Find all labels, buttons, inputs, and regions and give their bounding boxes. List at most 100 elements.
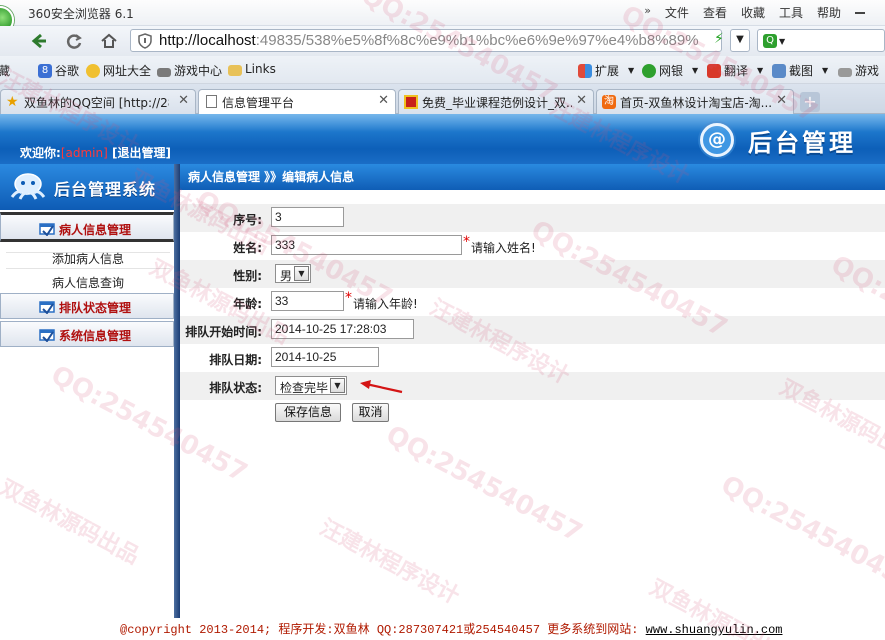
gender-select[interactable]: 男 ▼ xyxy=(275,264,311,283)
age-input[interactable]: 33 xyxy=(271,291,344,311)
bookmark-links[interactable]: Links xyxy=(228,62,276,76)
name-hint: 请输入姓名! xyxy=(471,241,536,255)
menu-item-file[interactable]: 文件 xyxy=(665,4,689,21)
sidebar-group-label: 系统信息管理 xyxy=(59,329,132,343)
tab-taobao-store[interactable]: 淘 首页-双鱼林设计淘宝店-淘... ✕ xyxy=(596,89,794,114)
sidebar-group-label: 排队状态管理 xyxy=(59,301,132,315)
browser-title: 360安全浏览器 6.1 xyxy=(28,7,134,21)
google-icon: 8 xyxy=(38,63,52,78)
bookmark-label: 藏 xyxy=(0,64,11,78)
close-icon[interactable]: ✕ xyxy=(776,93,787,108)
bookmark-site-directory[interactable]: 网址大全 xyxy=(86,62,151,79)
required-mark: * xyxy=(463,234,470,250)
new-tab-button[interactable]: + xyxy=(800,92,820,112)
sidebar-item-query-patient[interactable]: 病人信息查询 xyxy=(52,274,124,291)
games-menu[interactable]: 游戏 xyxy=(838,62,879,79)
copyright-text: @copyright 2013-2014; 程序开发:双鱼林 QQ:287307… xyxy=(120,620,783,637)
form-row-gender: 性别: 男 ▼ xyxy=(180,260,885,288)
search-engine-dropdown-icon[interactable]: ▼ xyxy=(779,37,785,46)
sidebar-divider xyxy=(6,268,170,269)
cancel-button[interactable]: 取消 xyxy=(352,403,389,422)
search-engine-icon[interactable]: Q xyxy=(763,34,777,48)
start-time-label: 排队开始时间: xyxy=(185,325,262,339)
form-row-id: 序号: 3 xyxy=(180,204,885,232)
scissors-icon xyxy=(772,63,786,78)
bookmark-google[interactable]: 8 谷歌 xyxy=(38,62,79,79)
address-dropdown-icon[interactable]: ▼ xyxy=(730,29,750,52)
sidebar-group-system-info[interactable]: 系统信息管理 xyxy=(0,321,174,347)
tab-free-course-design[interactable]: 免费_毕业课程范例设计_双... ✕ xyxy=(398,89,594,114)
home-icon xyxy=(101,33,117,48)
sidebar-group-queue-status[interactable]: 排队状态管理 xyxy=(0,293,174,319)
name-label: 姓名: xyxy=(233,241,262,255)
chevron-down-icon: ▼ xyxy=(628,66,635,75)
close-icon[interactable]: ✕ xyxy=(576,93,587,108)
sidebar-group-patient-info[interactable]: 病人信息管理 xyxy=(0,212,174,242)
sidebar-group-label: 病人信息管理 xyxy=(59,223,132,237)
brand-title: 后台管理 xyxy=(748,128,856,157)
extensions-menu[interactable]: 扩展 ▼ xyxy=(578,62,634,79)
logout-link[interactable]: [退出管理] xyxy=(112,146,171,160)
start-time-input[interactable]: 2014-10-25 17:28:03 xyxy=(271,319,414,339)
speed-mode-icon[interactable]: ⚡ xyxy=(714,31,724,47)
folder-icon xyxy=(228,64,242,76)
id-input[interactable]: 3 xyxy=(271,207,344,227)
close-icon[interactable]: ✕ xyxy=(178,93,189,108)
queue-status-select[interactable]: 检查完毕 ▼ xyxy=(275,376,347,395)
back-button[interactable] xyxy=(26,29,52,53)
refresh-button[interactable] xyxy=(61,29,87,53)
menu-window-icon xyxy=(39,329,55,342)
url-host: http://localhost xyxy=(159,32,256,49)
menu-overflow-icon[interactable]: » xyxy=(644,4,651,21)
app-header: 欢迎你:[admin] [退出管理] @ 后台管理 xyxy=(0,114,885,164)
age-label: 年龄: xyxy=(233,297,262,311)
tab-label: 信息管理平台 xyxy=(222,96,295,110)
breadcrumb: 病人信息管理 》》编辑病人信息 xyxy=(180,164,885,190)
chevron-down-icon: ▼ xyxy=(330,378,345,393)
url-text[interactable]: http://localhost:49835/538%e5%8f%8c%e9%b… xyxy=(159,32,699,49)
tab-info-platform[interactable]: 信息管理平台 ✕ xyxy=(198,89,396,115)
website-link[interactable]: www.shuangyulin.com xyxy=(646,623,783,637)
chevron-down-icon: ▼ xyxy=(294,266,309,281)
browser-navbar: http://localhost:49835/538%e5%8f%8c%e9%b… xyxy=(0,26,885,56)
site-favicon-icon xyxy=(404,95,418,109)
age-hint: 请输入年龄! xyxy=(353,297,418,311)
queue-date-label: 排队日期: xyxy=(209,353,262,367)
search-box[interactable]: Q ▼ xyxy=(757,29,885,52)
menu-item-help[interactable]: 帮助 xyxy=(817,4,841,21)
minimize-icon[interactable] xyxy=(855,12,865,14)
home-button[interactable] xyxy=(96,29,122,53)
chevron-down-icon: ▼ xyxy=(822,66,829,75)
bookmark-label: 游戏中心 xyxy=(174,64,223,78)
star-icon: ★ xyxy=(6,94,19,110)
required-mark: * xyxy=(345,290,352,306)
chevron-down-icon: ▼ xyxy=(757,66,764,75)
queue-date-input[interactable]: 2014-10-25 xyxy=(271,347,379,367)
menu-item-view[interactable]: 查看 xyxy=(703,4,727,21)
menu-item-favorites[interactable]: 收藏 xyxy=(741,4,765,21)
welcome-label: 欢迎你: xyxy=(20,146,61,160)
sidebar-item-add-patient[interactable]: 添加病人信息 xyxy=(52,250,124,267)
close-icon[interactable]: ✕ xyxy=(378,93,389,108)
menu-item-tools[interactable]: 工具 xyxy=(779,4,803,21)
bookmark-favorites[interactable]: 藏 xyxy=(0,62,10,79)
translate-menu[interactable]: 翻译 ▼ xyxy=(707,62,763,79)
annotation-arrow-icon xyxy=(360,380,403,394)
back-arrow-icon xyxy=(31,33,46,49)
tab-qq-space[interactable]: ★ 双鱼林的QQ空间 [http://28... ✕ xyxy=(0,89,196,114)
save-button[interactable]: 保存信息 xyxy=(275,403,341,422)
bookmark-game-center[interactable]: 游戏中心 xyxy=(157,62,222,79)
screenshot-menu[interactable]: 截图 ▼ xyxy=(772,62,828,79)
security-shield-icon[interactable] xyxy=(137,33,153,49)
address-bar[interactable]: http://localhost:49835/538%e5%8f%8c%e9%b… xyxy=(130,29,722,52)
form-row-queue-status: 排队状态: 检查完毕 ▼ xyxy=(180,372,885,400)
form-row-name: 姓名: 333 * 请输入姓名! xyxy=(180,232,885,260)
sidebar-header: 后台管理系统 xyxy=(0,164,174,210)
form-row-age: 年龄: 33 * 请输入年龄! xyxy=(180,288,885,316)
name-input[interactable]: 333 xyxy=(271,235,462,255)
tab-label: 双鱼林的QQ空间 [http://28... xyxy=(24,96,169,110)
directory-icon xyxy=(86,63,100,78)
id-label: 序号: xyxy=(233,213,262,227)
tab-label: 免费_毕业课程范例设计_双... xyxy=(422,96,572,110)
online-banking-menu[interactable]: 网银 ▼ xyxy=(642,62,698,79)
